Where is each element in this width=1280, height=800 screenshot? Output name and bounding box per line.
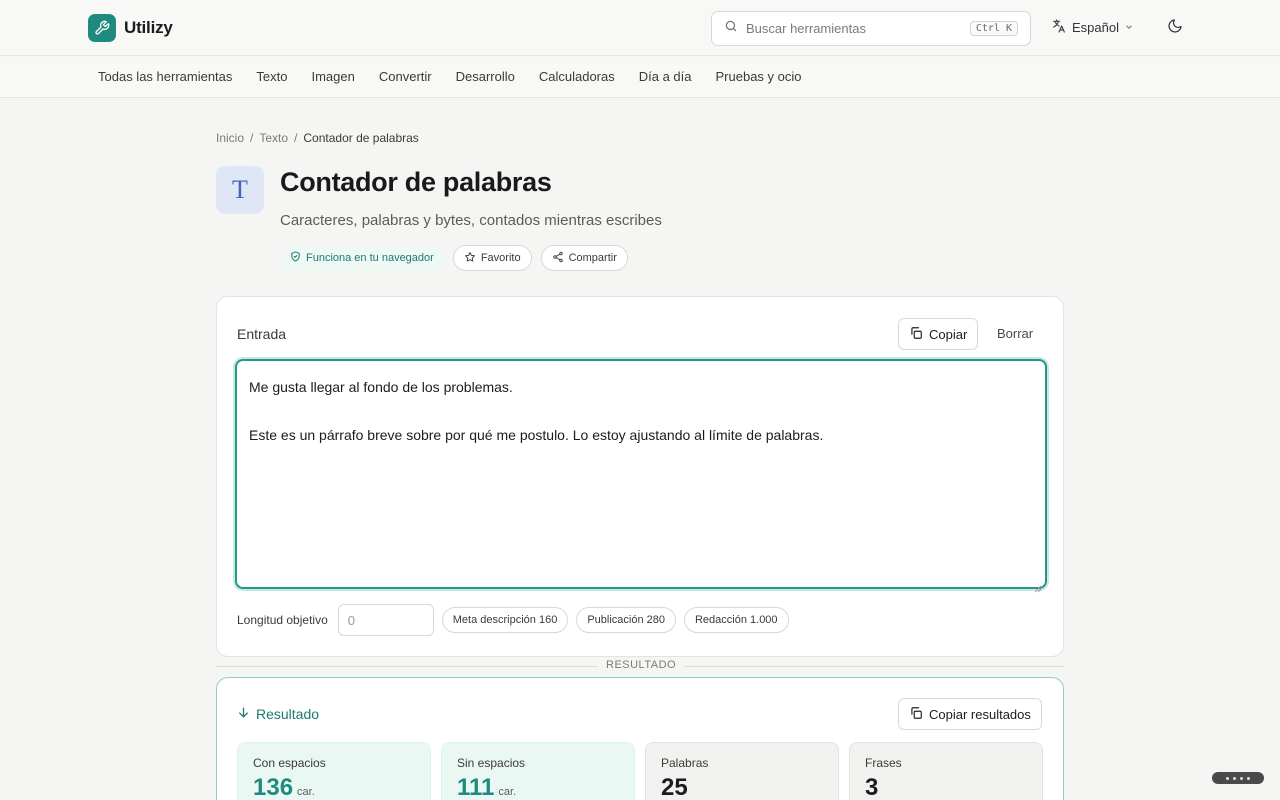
page-title: Contador de palabras — [280, 167, 552, 197]
category-nav: Todas las herramientas Texto Imagen Conv… — [0, 57, 1280, 98]
brand-logo[interactable]: Utilizy — [88, 14, 173, 42]
copy-icon — [909, 326, 923, 343]
favorite-label: Favorito — [480, 252, 521, 264]
stat-label: Sin espacios — [457, 756, 526, 770]
breadcrumb-current: Contador de palabras — [303, 131, 419, 145]
copy-button[interactable]: Copiar — [898, 318, 979, 350]
dark-mode-toggle[interactable] — [1165, 18, 1185, 38]
breadcrumb-section[interactable]: Texto — [259, 131, 288, 145]
preset-essay[interactable]: Redacción 1.000 — [683, 607, 789, 633]
stat-label: Palabras — [661, 756, 709, 770]
search-shortcut: Ctrl K — [969, 21, 1018, 36]
nav-item-convert[interactable]: Convertir — [379, 69, 432, 84]
stat-label: Con espacios — [253, 756, 326, 770]
clear-button[interactable]: Borrar — [997, 326, 1033, 341]
favorite-button[interactable]: Favorito — [452, 245, 532, 271]
shield-check-icon — [290, 251, 301, 265]
floating-pager-indicator[interactable] — [1212, 772, 1264, 784]
stat-with-spaces: Con espacios 136 car. — [237, 742, 431, 800]
breadcrumb: Inicio / Texto / Contador de palabras — [216, 131, 419, 145]
target-length-row: Longitud objetivo 0 Meta descripción 160… — [237, 604, 789, 636]
page-subtitle: Caracteres, palabras y bytes, contados m… — [280, 212, 662, 229]
top-header: Utilizy Buscar herramientas Ctrl K Españ… — [0, 0, 1280, 56]
translate-icon — [1051, 18, 1067, 37]
stat-value: 3 — [865, 774, 879, 800]
stat-words: Palabras 25 — [645, 742, 839, 800]
language-selector[interactable]: Español — [1051, 18, 1134, 37]
result-heading: Resultado — [237, 706, 319, 722]
stat-label: Frases — [865, 756, 902, 770]
nav-item-text[interactable]: Texto — [256, 69, 287, 84]
copy-results-label: Copiar resultados — [929, 706, 1031, 722]
nav-item-calculators[interactable]: Calculadoras — [539, 69, 615, 84]
nav-item-image[interactable]: Imagen — [311, 69, 354, 84]
preset-post[interactable]: Publicación 280 — [576, 607, 676, 633]
wrench-icon — [88, 14, 116, 42]
input-text-line: Este es un párrafo breve sobre por qué m… — [249, 427, 824, 443]
stat-value: 25 — [661, 774, 688, 800]
input-card: Entrada Copiar Borrar Me gusta llegar al… — [216, 296, 1064, 657]
nav-item-development[interactable]: Desarrollo — [456, 69, 515, 84]
resize-handle-icon[interactable] — [1034, 576, 1042, 593]
language-label: Español — [1072, 20, 1119, 35]
input-label: Entrada — [237, 326, 287, 342]
text-tool-icon: T — [216, 166, 264, 214]
breadcrumb-home[interactable]: Inicio — [216, 131, 244, 145]
stat-without-spaces: Sin espacios 111 car. — [441, 742, 635, 800]
target-length-label: Longitud objetivo — [237, 613, 328, 627]
search-input[interactable]: Buscar herramientas Ctrl K — [711, 11, 1031, 46]
stat-value: 111 car. — [457, 774, 517, 800]
nav-item-daily[interactable]: Día a día — [639, 69, 692, 84]
share-icon — [552, 251, 564, 266]
browser-badge-label: Funciona en tu navegador — [306, 252, 434, 264]
nav-item-all-tools[interactable]: Todas las herramientas — [98, 69, 232, 84]
text-input-area[interactable]: Me gusta llegar al fondo de los problema… — [235, 359, 1047, 593]
stat-value: 136 car. — [253, 774, 315, 800]
nav-item-tests-fun[interactable]: Pruebas y ocio — [716, 69, 802, 84]
share-button[interactable]: Compartir — [540, 245, 628, 271]
copy-results-button[interactable]: Copiar resultados — [898, 698, 1042, 730]
browser-badge: Funciona en tu navegador — [280, 245, 444, 271]
preset-meta-description[interactable]: Meta descripción 160 — [441, 607, 569, 633]
divider-label: RESULTADO — [598, 659, 685, 671]
breadcrumb-separator: / — [250, 131, 254, 145]
input-text-line: Me gusta llegar al fondo de los problema… — [249, 379, 513, 395]
brand-name: Utilizy — [124, 18, 173, 37]
target-length-input[interactable]: 0 — [337, 604, 434, 636]
search-icon — [724, 19, 738, 38]
copy-icon — [909, 706, 923, 723]
result-card: Resultado Copiar resultados Con espacios… — [216, 677, 1064, 800]
arrow-down-icon — [237, 706, 250, 722]
star-icon — [464, 251, 476, 266]
tool-actions: Funciona en tu navegador Favorito Compar… — [280, 245, 628, 271]
copy-label: Copiar — [929, 326, 968, 342]
stat-sentences: Frases 3 — [849, 742, 1043, 800]
search-placeholder: Buscar herramientas — [746, 21, 866, 36]
moon-icon — [1167, 18, 1183, 39]
result-title: Resultado — [256, 706, 320, 722]
chevron-down-icon — [1124, 20, 1134, 35]
breadcrumb-separator: / — [294, 131, 298, 145]
share-label: Compartir — [568, 252, 617, 264]
